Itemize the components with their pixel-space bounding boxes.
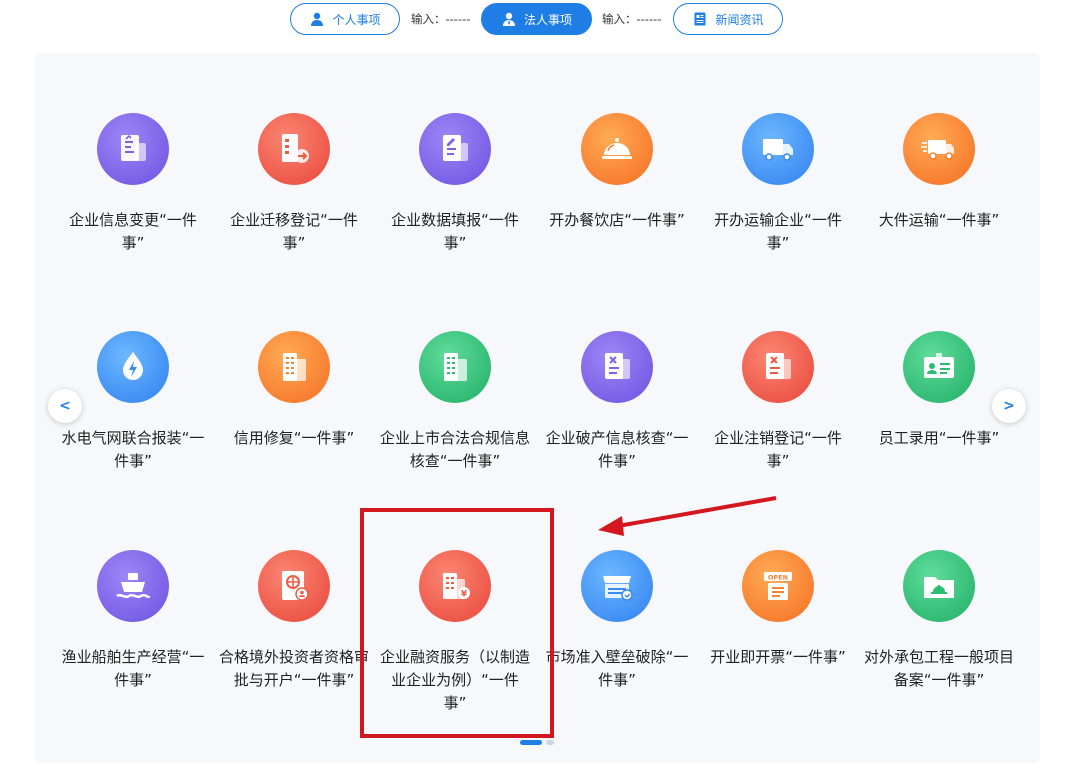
tile-label: 开业即开票“一件事” — [710, 648, 846, 666]
document-edit-icon — [97, 113, 169, 185]
tile-label: 企业破产信息核查“一件事” — [545, 429, 689, 470]
tab-legal[interactable]: 法人事项 — [481, 3, 592, 35]
pagination-dot[interactable] — [546, 740, 554, 745]
tab-personal-label: 个人事项 — [332, 12, 381, 27]
tile-label: 开办运输企业“一件事” — [714, 211, 842, 252]
tab-legal-label: 法人事项 — [523, 12, 572, 27]
building-move-icon — [258, 113, 330, 185]
tab-news[interactable]: 新闻资讯 — [673, 3, 783, 35]
bankruptcy-doc-icon — [581, 331, 653, 403]
form-fill-icon — [419, 113, 491, 185]
tile-label: 企业数据填报“一件事” — [391, 211, 519, 252]
folder-project-icon — [903, 550, 975, 622]
highlight-annotation-box — [360, 508, 554, 738]
utility-drop-icon — [97, 331, 169, 403]
tile-label: 企业上市合法合规信息核查“一件事” — [380, 429, 531, 470]
pagination-dot-active[interactable] — [520, 740, 542, 745]
tile-label: 市场准入壁垒破除“一件事” — [545, 648, 689, 689]
input-label-1: 输入：------ — [411, 12, 471, 26]
tile-label: 企业迁移登记“一件事” — [230, 211, 358, 252]
person-icon — [311, 12, 324, 26]
passport-icon — [258, 550, 330, 622]
food-cloche-icon — [581, 113, 653, 185]
tile-label: 大件运输“一件事” — [878, 211, 1000, 229]
tile-label: 水电气网联合报装“一件事” — [61, 429, 205, 470]
market-store-icon — [581, 550, 653, 622]
tile-label: 对外承包工程一般项目备案“一件事” — [864, 648, 1015, 689]
carousel-pagination — [520, 740, 554, 745]
annotation-arrow-icon — [598, 496, 777, 536]
tab-personal[interactable]: 个人事项 — [290, 3, 400, 35]
newspaper-icon — [694, 12, 706, 26]
building-icon — [258, 331, 330, 403]
tab-news-label: 新闻资讯 — [715, 12, 764, 27]
person-tie-icon — [502, 12, 515, 26]
tile-label: 企业注销登记“一件事” — [714, 429, 842, 470]
tile-label: 信用修复“一件事” — [233, 429, 355, 447]
input-label-2: 输入：------ — [602, 12, 662, 26]
tile-label: 员工录用“一件事” — [878, 429, 1000, 447]
cancel-doc-icon — [742, 331, 814, 403]
tile-label: 企业信息变更“一件事” — [69, 211, 197, 252]
heavy-truck-icon — [903, 113, 975, 185]
svg-text:OPEN: OPEN — [768, 574, 788, 582]
buildings-icon — [419, 331, 491, 403]
truck-icon — [742, 113, 814, 185]
tile-label: 渔业船舶生产经营“一件事” — [61, 648, 205, 689]
ship-icon — [97, 550, 169, 622]
carousel-prev-button[interactable]: < — [48, 389, 82, 423]
open-sign-icon: OPEN — [742, 550, 814, 622]
id-card-icon — [903, 331, 975, 403]
carousel-next-button[interactable]: > — [992, 389, 1026, 423]
tile-label: 合格境外投资者资格审批与开户“一件事” — [219, 648, 370, 689]
top-tab-bar: 个人事项 输入：------ 法人事项 输入：------ 新闻资讯 — [0, 0, 1080, 40]
tile-label: 开办餐饮店“一件事” — [549, 211, 685, 229]
